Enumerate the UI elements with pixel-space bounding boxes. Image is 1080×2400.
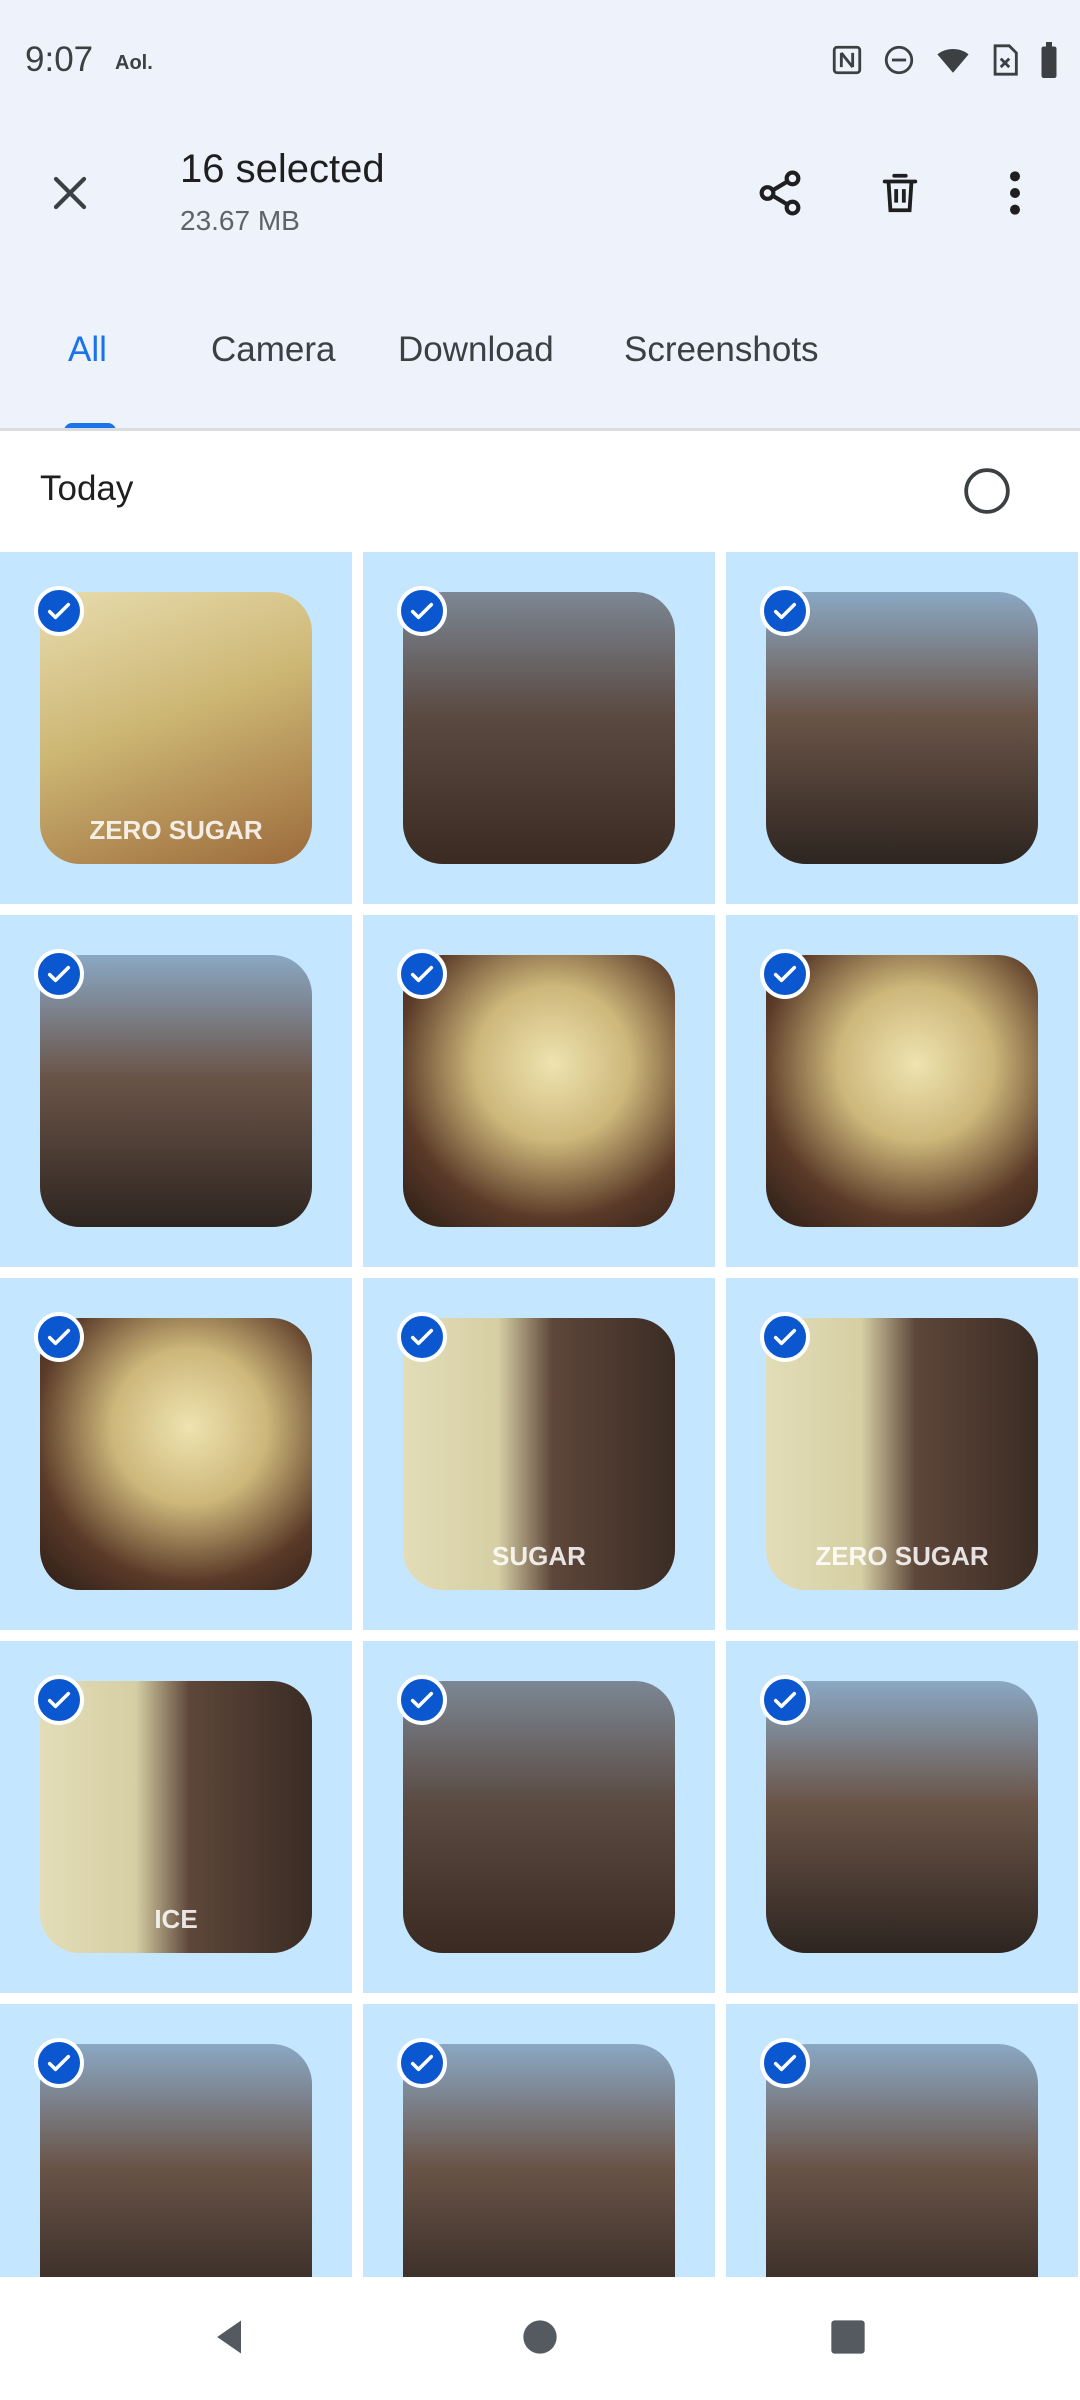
selection-app-bar: 16 selected 23.67 MB <box>0 125 1080 265</box>
photo-cell[interactable] <box>363 552 715 904</box>
photo-thumbnail <box>403 955 675 1227</box>
photo-cell[interactable] <box>0 1278 352 1630</box>
photo-thumbnail <box>403 592 675 864</box>
home-button[interactable] <box>500 2297 580 2377</box>
photo-text: SUGAR <box>492 1541 586 1571</box>
no-sim-icon <box>993 44 1018 76</box>
photo-cell[interactable] <box>726 1641 1078 1993</box>
date-section-header: Today <box>0 431 1080 551</box>
nfc-icon <box>832 45 862 75</box>
status-icons <box>830 42 1060 78</box>
share-icon <box>759 170 801 216</box>
recents-button[interactable] <box>808 2297 888 2377</box>
selected-check-icon[interactable] <box>34 949 84 999</box>
photo-cell[interactable] <box>0 2004 352 2277</box>
selection-count: 16 selected <box>180 147 385 191</box>
photo-cell[interactable]: SUGAR <box>363 1278 715 1630</box>
home-icon <box>523 2320 557 2354</box>
delete-button[interactable] <box>860 153 940 233</box>
selected-check-icon[interactable] <box>34 2038 84 2088</box>
selected-check-icon[interactable] <box>397 2038 447 2088</box>
photo-cell[interactable]: ZERO SUGAR <box>0 552 352 904</box>
system-navigation-bar <box>0 2277 1080 2400</box>
tab-camera[interactable]: Camera <box>211 330 335 370</box>
delete-icon <box>882 173 918 213</box>
photo-cell[interactable] <box>726 2004 1078 2277</box>
folder-tabs: All Camera Download Screenshots <box>0 310 1080 431</box>
back-button[interactable] <box>190 2297 270 2377</box>
radio-unselected-icon[interactable] <box>962 466 1012 516</box>
selected-check-icon[interactable] <box>397 949 447 999</box>
photo-thumbnail <box>766 1681 1038 1953</box>
selected-check-icon[interactable] <box>397 1675 447 1725</box>
more-vert-icon <box>1010 171 1020 215</box>
close-icon <box>53 176 87 210</box>
section-title: Today <box>40 469 134 508</box>
selected-check-icon[interactable] <box>34 1312 84 1362</box>
do-not-disturb-icon <box>884 45 914 75</box>
photo-thumbnail: SUGAR <box>403 1318 675 1590</box>
photo-cell[interactable]: ICE <box>0 1641 352 1993</box>
status-carrier: Aol. <box>115 52 153 74</box>
selected-check-icon[interactable] <box>760 1675 810 1725</box>
tab-download[interactable]: Download <box>398 330 554 370</box>
photo-cell[interactable]: ZERO SUGAR <box>726 1278 1078 1630</box>
selected-check-icon[interactable] <box>397 586 447 636</box>
photo-thumbnail <box>403 2044 675 2277</box>
selected-check-icon[interactable] <box>760 2038 810 2088</box>
photo-cell[interactable] <box>726 915 1078 1267</box>
photo-text: ICE <box>154 1904 198 1934</box>
photo-text: ZERO SUGAR <box>89 815 263 845</box>
photo-cell[interactable] <box>363 915 715 1267</box>
selected-check-icon[interactable] <box>760 1312 810 1362</box>
photo-cell[interactable] <box>363 2004 715 2277</box>
close-selection-button[interactable] <box>30 153 110 233</box>
selected-check-icon[interactable] <box>34 1675 84 1725</box>
selected-check-icon[interactable] <box>760 586 810 636</box>
share-button[interactable] <box>740 153 820 233</box>
photo-cell[interactable] <box>726 552 1078 904</box>
status-bar: 9:07 Aol. <box>0 0 1080 125</box>
photo-thumbnail <box>40 955 312 1227</box>
battery-icon <box>1041 42 1057 78</box>
photo-thumbnail <box>766 955 1038 1227</box>
photo-thumbnail <box>40 2044 312 2277</box>
photo-thumbnail <box>766 592 1038 864</box>
photo-thumbnail: ZERO SUGAR <box>40 592 312 864</box>
tab-all[interactable]: All <box>68 330 107 370</box>
back-icon <box>217 2320 241 2354</box>
photo-thumbnail <box>766 2044 1038 2277</box>
photo-thumbnail <box>403 1681 675 1953</box>
selected-check-icon[interactable] <box>34 586 84 636</box>
status-time: 9:07 <box>25 40 94 79</box>
tab-screenshots[interactable]: Screenshots <box>624 330 819 370</box>
wifi-icon <box>937 49 969 73</box>
photo-text: ZERO SUGAR <box>815 1541 989 1571</box>
photo-cell[interactable] <box>0 915 352 1267</box>
photo-thumbnail: ICE <box>40 1681 312 1953</box>
photo-thumbnail <box>40 1318 312 1590</box>
selected-check-icon[interactable] <box>397 1312 447 1362</box>
recents-icon <box>831 2320 865 2354</box>
selected-check-icon[interactable] <box>760 949 810 999</box>
more-options-button[interactable] <box>975 153 1055 233</box>
photo-cell[interactable] <box>363 1641 715 1993</box>
photo-grid: ZERO SUGAR SUGAR ZERO SUGAR ICE <box>0 552 1080 2277</box>
photo-thumbnail: ZERO SUGAR <box>766 1318 1038 1590</box>
selection-size: 23.67 MB <box>180 205 300 236</box>
